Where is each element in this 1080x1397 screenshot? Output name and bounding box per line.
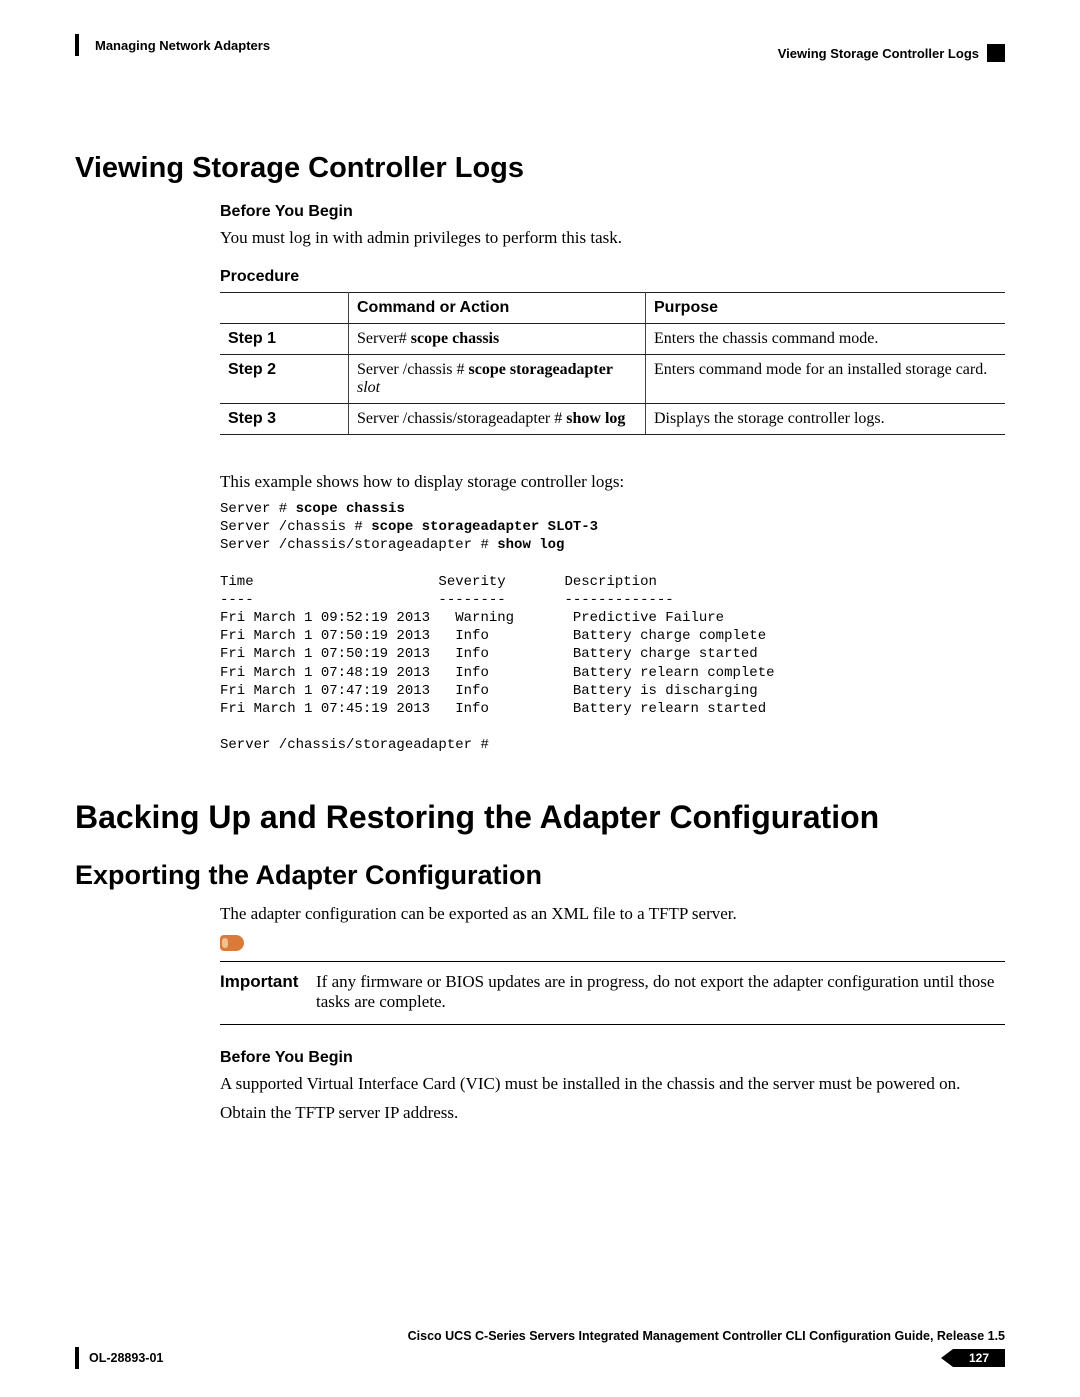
section-title-backup: Backing Up and Restoring the Adapter Con… xyxy=(75,799,1005,836)
command-cell: Server /chassis # scope storageadapter s… xyxy=(349,354,646,403)
important-note: Important If any firmware or BIOS update… xyxy=(220,961,1005,1025)
page-number: 127 xyxy=(953,1349,1005,1367)
header-marker-icon xyxy=(987,44,1005,62)
note-label: Important xyxy=(220,972,296,1012)
cli-output: Server # scope chassis Server /chassis #… xyxy=(220,500,1005,755)
command-cell: Server /chassis/storageadapter # show lo… xyxy=(349,403,646,434)
example-intro: This example shows how to display storag… xyxy=(220,471,1005,494)
footer-docid: OL-28893-01 xyxy=(89,1351,163,1365)
page-title: Viewing Storage Controller Logs xyxy=(75,152,1005,185)
th-purpose: Purpose xyxy=(646,292,1006,323)
header-left: Managing Network Adapters xyxy=(95,38,270,53)
page-number-badge: 127 xyxy=(941,1349,1005,1367)
th-command: Command or Action xyxy=(349,292,646,323)
header-right: Viewing Storage Controller Logs xyxy=(778,46,979,61)
purpose-cell: Enters command mode for an installed sto… xyxy=(646,354,1006,403)
before-begin2-heading: Before You Begin xyxy=(220,1049,1005,1067)
table-row: Step 3 Server /chassis/storageadapter # … xyxy=(220,403,1005,434)
important-hand-icon xyxy=(220,935,244,951)
footer-guide: Cisco UCS C-Series Servers Integrated Ma… xyxy=(75,1329,1005,1343)
purpose-cell: Enters the chassis command mode. xyxy=(646,323,1006,354)
table-row: Step 1 Server# scope chassis Enters the … xyxy=(220,323,1005,354)
step-cell: Step 2 xyxy=(220,354,349,403)
table-row: Step 2 Server /chassis # scope storagead… xyxy=(220,354,1005,403)
procedure-table: Command or Action Purpose Step 1 Server#… xyxy=(220,292,1005,435)
command-cell: Server# scope chassis xyxy=(349,323,646,354)
crop-mark-icon xyxy=(75,1347,79,1369)
note-text: If any firmware or BIOS updates are in p… xyxy=(316,972,1005,1012)
before-begin-text: You must log in with admin privileges to… xyxy=(220,227,1005,250)
before-begin2-line1: A supported Virtual Interface Card (VIC)… xyxy=(220,1073,1005,1096)
crop-mark-icon xyxy=(75,34,79,56)
step-cell: Step 3 xyxy=(220,403,349,434)
th-step xyxy=(220,292,349,323)
wedge-icon xyxy=(941,1349,953,1367)
section-title-export: Exporting the Adapter Configuration xyxy=(75,860,1005,891)
before-begin2-line2: Obtain the TFTP server IP address. xyxy=(220,1102,1005,1125)
export-intro: The adapter configuration can be exporte… xyxy=(220,903,1005,926)
purpose-cell: Displays the storage controller logs. xyxy=(646,403,1006,434)
before-begin-heading: Before You Begin xyxy=(220,203,1005,221)
procedure-heading: Procedure xyxy=(220,268,1005,286)
step-cell: Step 1 xyxy=(220,323,349,354)
